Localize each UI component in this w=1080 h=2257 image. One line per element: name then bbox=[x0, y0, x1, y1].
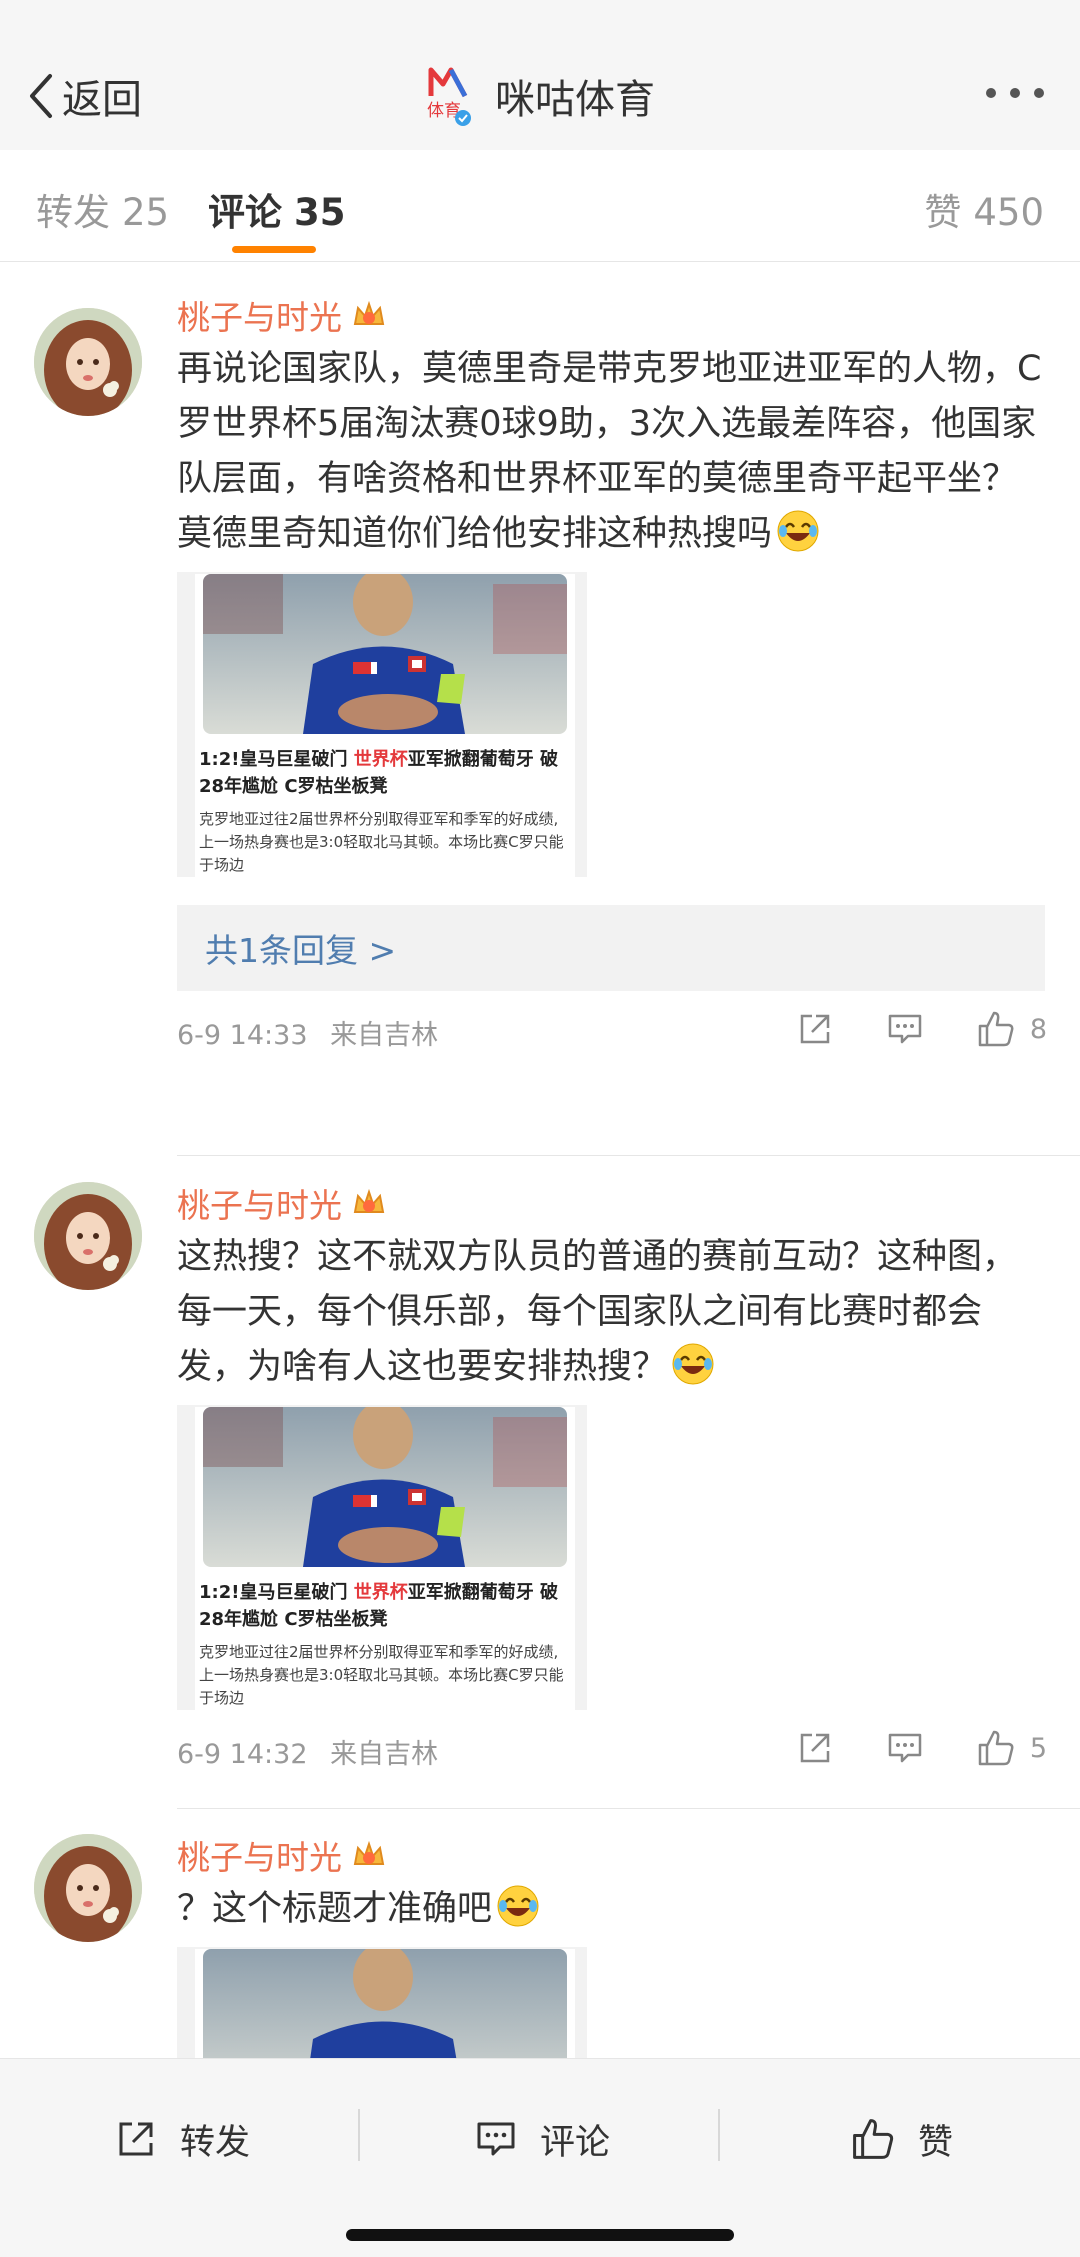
article-photo bbox=[203, 1407, 567, 1567]
avatar[interactable] bbox=[34, 308, 142, 416]
crown-badge-icon bbox=[353, 300, 385, 325]
article-description: 克罗地亚过往2届世界杯分别取得亚军和季军的好成绩,上一场热身赛也是3:0轻取北马… bbox=[199, 1643, 564, 1707]
separator bbox=[718, 2109, 720, 2161]
tab-like-label: 赞 bbox=[924, 191, 962, 234]
comment-body: 桃子与时光 这热搜？这不就双方队员的普通的赛前互动？这种图，每一天，每个俱乐部，… bbox=[177, 1178, 1047, 1772]
divider bbox=[177, 1808, 1080, 1809]
laugh-cry-emoji-icon bbox=[672, 1343, 714, 1385]
repost-button[interactable]: 转发 bbox=[114, 2111, 250, 2167]
linked-article-card[interactable]: 1:2!皇马巨星破门 世界杯亚军掀翻葡萄牙 破28年尴尬 C罗枯坐板凳 克罗地亚… bbox=[177, 1405, 587, 1710]
comment-text-content: 再说论国家队，莫德里奇是带克罗地亚进亚军的人物，C罗世界杯5届淘汰赛0球9助，3… bbox=[177, 349, 1042, 554]
tab-comment-label: 评论 bbox=[208, 191, 282, 234]
reply-button[interactable] bbox=[886, 1729, 924, 1767]
repost-label: 转发 bbox=[180, 2122, 251, 2163]
comment-actions: 8 bbox=[744, 1009, 1047, 1049]
comment-time: 6-9 14:33 bbox=[177, 1020, 308, 1051]
comment-source: 来自吉林 bbox=[330, 1020, 439, 1051]
article-title: 1:2!皇马巨星破门 世界杯亚军掀翻葡萄牙 破28年尴尬 C罗枯坐板凳 bbox=[199, 1582, 559, 1630]
comment-meta: 6-9 14:33 来自吉林 8 bbox=[177, 1011, 1047, 1053]
like-button[interactable]: 5 bbox=[976, 1728, 1047, 1768]
like-button[interactable]: 赞 bbox=[850, 2111, 953, 2167]
account-name: 咪咕体育 bbox=[495, 77, 655, 123]
author[interactable]: 桃子与时光 bbox=[177, 290, 1047, 340]
comment-text: 再说论国家队，莫德里奇是带克罗地亚进亚军的人物，C罗世界杯5届淘汰赛0球9助，3… bbox=[177, 342, 1047, 562]
comment-meta: 6-9 14:32 来自吉林 5 bbox=[177, 1730, 1047, 1772]
avatar[interactable] bbox=[34, 1182, 142, 1290]
tab-comment[interactable]: 评论 35 bbox=[208, 182, 346, 236]
separator bbox=[358, 2109, 360, 2161]
comment-icon bbox=[888, 1733, 922, 1763]
comment-body: 桃子与时光 再说论国家队，莫德里奇是带克罗地亚进亚军的人物，C罗世界杯5届淘汰赛… bbox=[177, 290, 1047, 1053]
thumbs-up-icon bbox=[853, 2119, 894, 2159]
comment-button[interactable]: 评论 bbox=[474, 2111, 610, 2167]
comment-icon bbox=[477, 2122, 515, 2156]
migu-sports-logo: 体育 bbox=[425, 66, 471, 126]
linked-article-card[interactable]: 1:2!皇马巨星破门 世界杯亚军掀翻葡萄牙 破28年尴尬 C罗枯坐板凳 克罗地亚… bbox=[177, 572, 587, 877]
thumbs-up-icon bbox=[978, 1011, 1014, 1047]
reply-button[interactable] bbox=[886, 1010, 924, 1048]
comment-text-content: 这热搜？这不就双方队员的普通的赛前互动？这种图，每一天，每个俱乐部，每个国家队之… bbox=[177, 1237, 1018, 1387]
comment-time: 6-9 14:32 bbox=[177, 1739, 308, 1770]
active-tab-indicator bbox=[232, 246, 316, 253]
tab-repost[interactable]: 转发 25 bbox=[36, 182, 169, 236]
article-photo bbox=[203, 574, 567, 734]
like-count: 8 bbox=[1029, 1013, 1047, 1045]
page-title: 体育 咪咕体育 bbox=[0, 66, 1080, 126]
tab-comment-count: 35 bbox=[294, 191, 346, 234]
tab-repost-label: 转发 bbox=[36, 191, 110, 234]
comment-text: 这热搜？这不就双方队员的普通的赛前互动？这种图，每一天，每个俱乐部，每个国家队之… bbox=[177, 1230, 1047, 1395]
comment-source: 来自吉林 bbox=[330, 1739, 439, 1770]
share-icon bbox=[800, 1733, 830, 1763]
more-options-icon[interactable] bbox=[986, 88, 1044, 98]
comment-label: 评论 bbox=[540, 2122, 611, 2163]
view-replies-label: 共1条回复 > bbox=[205, 931, 397, 970]
comment-text-content: ？这个标题才准确吧 bbox=[177, 1889, 493, 1929]
divider bbox=[177, 1155, 1080, 1156]
article-description: 克罗地亚过往2届世界杯分别取得亚军和季军的好成绩,上一场热身赛也是3:0轻取北马… bbox=[199, 810, 564, 874]
crown-badge-icon bbox=[353, 1840, 385, 1865]
share-button[interactable] bbox=[796, 1010, 834, 1048]
crown-badge-icon bbox=[353, 1188, 385, 1213]
thumbs-up-icon bbox=[978, 1730, 1014, 1766]
like-button[interactable]: 8 bbox=[976, 1009, 1047, 1049]
tab-bar: 转发 25 评论 35 赞 450 bbox=[0, 150, 1080, 262]
home-indicator bbox=[346, 2229, 734, 2241]
tab-repost-count: 25 bbox=[122, 191, 170, 234]
share-button[interactable] bbox=[796, 1729, 834, 1767]
article-title: 1:2!皇马巨星破门 世界杯亚军掀翻葡萄牙 破28年尴尬 C罗枯坐板凳 bbox=[199, 749, 559, 797]
author-name: 桃子与时光 bbox=[177, 1838, 342, 1877]
laugh-cry-emoji-icon bbox=[497, 1885, 539, 1927]
author-name: 桃子与时光 bbox=[177, 1186, 342, 1225]
author[interactable]: 桃子与时光 bbox=[177, 1178, 1047, 1228]
tab-like[interactable]: 赞 450 bbox=[924, 182, 1044, 236]
comment-icon bbox=[888, 1014, 922, 1044]
nav-bar: 返回 体育 咪咕体育 bbox=[0, 0, 1080, 150]
view-replies-button[interactable]: 共1条回复 > bbox=[177, 905, 1045, 991]
share-icon bbox=[800, 1014, 830, 1044]
avatar[interactable] bbox=[34, 1834, 142, 1942]
tab-like-count: 450 bbox=[973, 191, 1044, 234]
author-name: 桃子与时光 bbox=[177, 298, 342, 337]
author[interactable]: 桃子与时光 bbox=[177, 1830, 1047, 1880]
share-icon bbox=[119, 2122, 153, 2156]
bottom-action-bar: 转发 评论 赞 bbox=[0, 2058, 1080, 2257]
like-label: 赞 bbox=[918, 2122, 954, 2163]
comment-text: ？这个标题才准确吧 bbox=[177, 1882, 1047, 1937]
like-count: 5 bbox=[1029, 1732, 1047, 1764]
comment-actions: 5 bbox=[744, 1728, 1047, 1768]
laugh-cry-emoji-icon bbox=[777, 510, 819, 552]
